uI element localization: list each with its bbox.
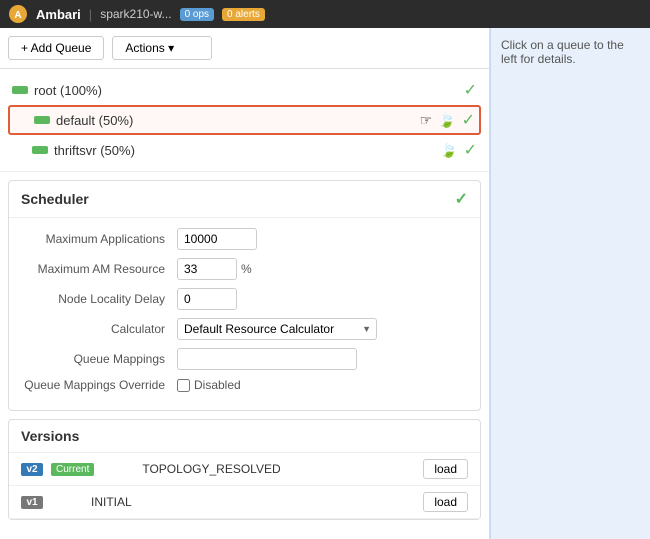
ops-badge[interactable]: 0 ops [180,8,214,21]
toolbar: + Add Queue Actions ▾ [0,28,489,69]
queue-mappings-input[interactable] [177,348,357,370]
node-locality-input[interactable] [177,288,237,310]
queue-mappings-row: Queue Mappings [17,348,472,370]
calculator-label: Calculator [17,322,177,336]
add-queue-button[interactable]: + Add Queue [8,36,104,60]
queue-item-root[interactable]: root (100%) ✓ [8,77,481,103]
thriftsvr-queue-indicator [32,146,48,154]
max-applications-input[interactable] [177,228,257,250]
version-v2-name: TOPOLOGY_RESOLVED [102,462,415,476]
default-leaf-icon: 🍃 [438,112,455,129]
queue-list: root (100%) ✓ default (50%) ☞ 🍃 ✓ thrift… [0,69,489,172]
versions-header: Versions [9,420,480,453]
queue-mappings-override-checkbox[interactable] [177,379,190,392]
node-locality-row: Node Locality Delay [17,288,472,310]
max-am-resource-group: % [177,258,252,280]
root-check-icon: ✓ [464,80,477,100]
calculator-select[interactable]: Default Resource Calculator [177,318,377,340]
version-v1-load-button[interactable]: load [423,492,468,512]
queue-mappings-override-label: Queue Mappings Override [17,378,177,392]
actions-button[interactable]: Actions ▾ [112,36,212,60]
calculator-row: Calculator Default Resource Calculator [17,318,472,340]
am-resource-unit: % [241,262,252,276]
max-applications-row: Maximum Applications [17,228,472,250]
root-queue-indicator [12,86,28,94]
cursor-icon: ☞ [420,112,433,129]
main-container: + Add Queue Actions ▾ root (100%) ✓ defa… [0,28,650,539]
ambari-logo-icon: A [8,4,28,24]
version-row-v1: v1 INITIAL load [9,486,480,519]
queue-mappings-override-group: Disabled [177,378,241,392]
scheduler-body: Maximum Applications Maximum AM Resource… [9,218,480,410]
scheduler-header: Scheduler ✓ [9,181,480,218]
version-v2-badge: v2 [21,463,43,476]
queue-mappings-label: Queue Mappings [17,352,177,366]
root-queue-label: root (100%) [34,83,458,98]
node-locality-label: Node Locality Delay [17,292,177,306]
max-am-resource-row: Maximum AM Resource % [17,258,472,280]
left-panel: + Add Queue Actions ▾ root (100%) ✓ defa… [0,28,490,539]
version-v2-load-button[interactable]: load [423,459,468,479]
right-panel-hint: Click on a queue to the left for details… [501,38,624,66]
alerts-badge[interactable]: 0 alerts [222,8,265,21]
versions-section: Versions v2 Current TOPOLOGY_RESOLVED lo… [8,419,481,520]
queue-mappings-override-value: Disabled [194,378,241,392]
svg-text:A: A [14,10,21,21]
queue-item-default[interactable]: default (50%) ☞ 🍃 ✓ [8,105,481,135]
version-row-v2: v2 Current TOPOLOGY_RESOLVED load [9,453,480,486]
version-v1-name: INITIAL [51,495,415,509]
brand-name: Ambari [36,7,81,22]
default-queue-label: default (50%) [56,113,412,128]
default-check-icon: ✓ [462,110,475,130]
queue-item-thriftsvr[interactable]: thriftsvr (50%) 🍃 ✓ [8,137,481,163]
host-name: spark210-w... [100,7,171,21]
max-am-resource-input[interactable] [177,258,237,280]
right-panel: Click on a queue to the left for details… [490,28,650,539]
navbar: A Ambari | spark210-w... 0 ops 0 alerts [0,0,650,28]
max-am-resource-label: Maximum AM Resource [17,262,177,276]
scheduler-section: Scheduler ✓ Maximum Applications Maximum… [8,180,481,411]
version-current-badge: Current [51,463,94,476]
scheduler-title: Scheduler [21,191,89,207]
queue-mappings-override-row: Queue Mappings Override Disabled [17,378,472,392]
version-v1-badge: v1 [21,496,43,509]
thriftsvr-leaf-icon: 🍃 [440,142,457,159]
scheduler-check-icon: ✓ [455,189,468,209]
max-applications-label: Maximum Applications [17,232,177,246]
calculator-select-wrapper: Default Resource Calculator [177,318,377,340]
thriftsvr-queue-label: thriftsvr (50%) [54,143,434,158]
default-queue-indicator [34,116,50,124]
thriftsvr-check-icon: ✓ [464,140,477,160]
